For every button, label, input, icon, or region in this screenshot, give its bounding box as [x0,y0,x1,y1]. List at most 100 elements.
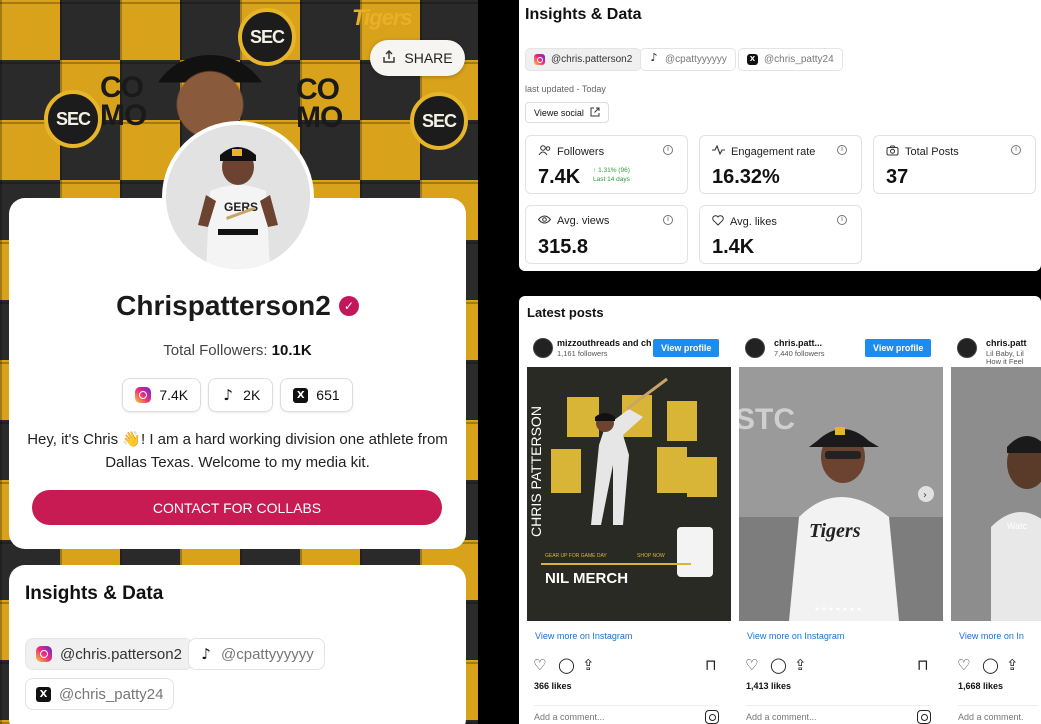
instagram-icon [36,646,52,662]
x-count: 651 [316,387,340,403]
stat-card-followers: Followers i 7.4K ↑ 1.31% (96) Last 14 da… [525,135,688,194]
handle-tab-x[interactable]: X @chris_patty24 [25,678,175,710]
instagram-post-card: chris.patt Lil Baby, Lil How it Feel Wat… [943,334,1041,724]
instagram-post-card: mizzouthreads and ch 1,161 followers Vie… [519,334,731,724]
add-comment-input[interactable]: Add a comment... [534,705,719,724]
share-button[interactable]: SHARE [370,40,465,76]
instagram-count-chip[interactable]: 7.4K [122,378,202,412]
post-image[interactable]: STC Tigers › [739,367,943,621]
tiktok-count-chip[interactable]: ♪ 2K [208,378,274,412]
instagram-icon[interactable] [705,710,719,724]
post-caption: Tigers [809,520,861,542]
post-account[interactable]: chris.patt... [774,338,822,348]
share-icon [382,49,396,67]
info-icon[interactable]: i [663,145,673,155]
stat-label-text: Avg. views [557,215,610,227]
info-icon[interactable]: i [1011,145,1021,155]
profile-panel: SEC SEC SEC CO MO CO MO Tigers SHARE GER… [0,0,478,724]
handle-tab-instagram[interactable]: @chris.patterson2 [25,638,193,670]
activity-icon [712,144,725,158]
share-icon[interactable]: ⇪ [1006,656,1019,674]
post-image[interactable]: CHRIS PATTERSON GEAR UP FOR GAME DAY SHO… [527,367,731,621]
view-social-button[interactable]: Viewe social [525,102,609,123]
handle-tab-tiktok[interactable]: ♪ @cpattyyyyyy [188,638,325,670]
post-image[interactable]: Watc [951,367,1041,621]
insights-title: Insights & Data [525,6,642,23]
stat-label-text: Total Posts [905,146,959,158]
x-count-chip[interactable]: X 651 [280,378,353,412]
post-avatar[interactable] [745,338,765,358]
share-icon[interactable]: ⇪ [794,656,807,674]
handle-label: @chris.patterson2 [551,54,633,65]
post-account[interactable]: chris.patt [986,338,1027,348]
como-tile: CO MO [296,73,343,134]
add-comment-input[interactable]: Add a comment... [746,705,931,724]
insights-panel: Insights & Data @chris.patterson2 ♪ @cpa… [519,0,1041,271]
comment-placeholder: Add a comment. [958,712,1024,722]
instagram-icon[interactable] [917,710,931,724]
stat-card-total-posts: Total Posts i 37 [873,135,1036,194]
tiktok-icon: ♪ [223,386,233,404]
view-profile-button[interactable]: View profile [653,339,720,357]
bookmark-icon[interactable]: ⊓ [705,656,717,674]
share-icon[interactable]: ⇪ [582,656,595,674]
instagram-count: 7.4K [159,387,189,403]
view-social-label: Viewe social [534,107,584,118]
comment-placeholder: Add a comment... [534,712,605,722]
view-more-link[interactable]: View more on Instagram [535,631,632,641]
contact-for-collabs-button[interactable]: CONTACT FOR COLLABS [32,490,442,525]
trend-value: 1.31% (96) [598,167,630,174]
post-header: mizzouthreads and ch 1,161 followers Vie… [519,334,723,366]
post-avatar[interactable] [533,338,553,358]
post-account[interactable]: mizzouthreads and ch [557,338,652,348]
insights-card-left: Insights & Data @chris.patterson2 ♪ @cpa… [9,565,466,724]
view-more-link[interactable]: View more on Instagram [747,631,844,641]
bookmark-icon[interactable]: ⊓ [917,656,929,674]
post-header: chris.patt... 7,440 followers View profi… [731,334,935,366]
trend-up-icon: ↑ [593,167,597,174]
view-more-link[interactable]: View more on In [959,631,1024,641]
tigers-tile: Tigers [352,5,413,30]
like-heart-icon[interactable]: ♡ [533,656,546,674]
stat-card-avg-likes: Avg. likes i 1.4K [699,205,862,264]
handle-tab-x[interactable]: X @chris_patty24 [738,48,843,71]
latest-posts-panel: Latest posts mizzouthreads and ch 1,161 … [519,296,1041,724]
add-comment-input[interactable]: Add a comment. [958,705,1038,722]
like-heart-icon[interactable]: ♡ [745,656,758,674]
info-icon[interactable]: i [663,215,673,225]
like-heart-icon[interactable]: ♡ [957,656,970,674]
post-caption: NIL MERCH [545,570,628,587]
info-icon[interactable]: i [837,215,847,225]
post-followers-line2: How it Feel [986,357,1024,366]
view-profile-button[interactable]: View profile [865,339,932,357]
last-updated: last updated - Today [525,84,606,94]
handle-tab-instagram[interactable]: @chris.patterson2 [525,48,642,71]
stat-label: Followers [538,145,604,159]
post-caption: Watc [1007,521,1028,531]
stat-label: Engagement rate [712,144,815,158]
post-shop-text: SHOP NOW [637,553,665,559]
insights-title: Insights & Data [25,583,164,604]
social-count-chips: 7.4K ♪ 2K X 651 [0,378,475,412]
info-icon[interactable]: i [837,145,847,155]
x-icon: X [747,54,758,65]
stat-label: Total Posts [886,145,959,159]
users-icon [538,145,551,159]
total-followers: Total Followers: 10.1K [0,342,475,359]
latest-posts-title: Latest posts [527,305,604,320]
handle-tab-tiktok[interactable]: ♪ @cpattyyyyyy [640,48,736,71]
post-actions: ♡ ◯ ⇪ ⊓ [533,656,721,674]
stat-label-text: Avg. likes [730,216,777,228]
comment-icon[interactable]: ◯ [558,656,575,674]
comment-icon[interactable]: ◯ [982,656,999,674]
post-likes: 366 likes [534,681,572,691]
avatar[interactable]: GERS [162,121,314,273]
post-followers: 7,440 followers [774,349,825,358]
avatar-photo: GERS [166,125,310,269]
comment-icon[interactable]: ◯ [770,656,787,674]
sec-logo-tile: SEC [238,8,296,66]
handle-label: @chris_patty24 [59,685,164,703]
instagram-icon [534,54,545,65]
stat-value: 16.32% [712,166,780,188]
post-avatar[interactable] [957,338,977,358]
